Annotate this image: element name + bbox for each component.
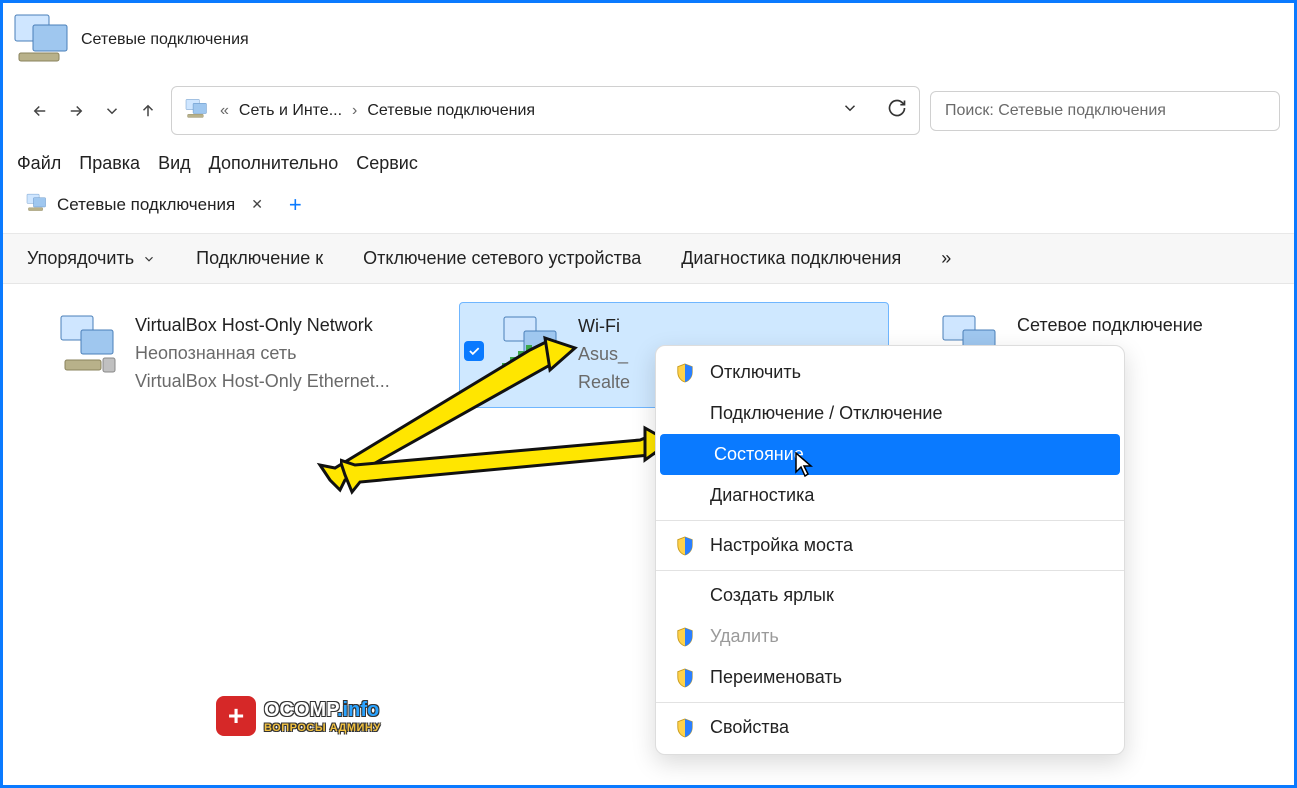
- menu-bar: Файл Правка Вид Дополнительно Сервис: [3, 143, 1294, 180]
- ethernet-icon: [57, 312, 121, 376]
- selection-checkbox[interactable]: [464, 341, 484, 361]
- window-titlebar: Сетевые подключения: [3, 3, 1294, 76]
- watermark-badge-icon: +: [216, 696, 256, 736]
- tab-close-button[interactable]: ✕: [251, 196, 263, 213]
- context-status[interactable]: Состояние: [660, 434, 1120, 475]
- shield-icon: [674, 668, 696, 688]
- breadcrumb-segment-2[interactable]: Сетевые подключения: [367, 102, 535, 120]
- address-dropdown-button[interactable]: [841, 99, 859, 122]
- menu-separator: [656, 520, 1124, 521]
- toolbar-diagnose[interactable]: Диагностика подключения: [681, 248, 901, 269]
- menu-file[interactable]: Файл: [17, 153, 61, 174]
- nav-recent-dropdown[interactable]: [99, 98, 125, 124]
- network-folder-icon: [13, 9, 73, 70]
- context-disable[interactable]: Отключить: [656, 352, 1124, 393]
- watermark-brand: OCOMP: [264, 699, 337, 721]
- connection-device: Realte: [578, 369, 630, 397]
- menu-view[interactable]: Вид: [158, 153, 191, 174]
- search-input[interactable]: Поиск: Сетевые подключения: [930, 91, 1280, 131]
- tab-row: Сетевые подключения ✕ +: [3, 180, 1294, 234]
- context-delete: Удалить: [656, 616, 1124, 657]
- refresh-button[interactable]: [887, 98, 907, 123]
- search-placeholder: Поиск: Сетевые подключения: [945, 102, 1166, 119]
- wifi-icon: [500, 313, 564, 377]
- tab-label: Сетевые подключения: [57, 195, 235, 215]
- nav-forward-button[interactable]: [63, 98, 89, 124]
- toolbar-disable[interactable]: Отключение сетевого устройства: [363, 248, 641, 269]
- connection-name: Сетевое подключение: [1017, 312, 1203, 340]
- window-title: Сетевые подключения: [81, 31, 249, 49]
- shield-icon: [674, 363, 696, 383]
- context-diagnostics[interactable]: Диагностика: [656, 475, 1124, 516]
- connection-name: VirtualBox Host-Only Network: [135, 312, 390, 340]
- menu-edit[interactable]: Правка: [79, 153, 140, 174]
- breadcrumb-segment-1[interactable]: Сеть и Инте...: [239, 102, 342, 120]
- menu-separator: [656, 702, 1124, 703]
- watermark-suffix: .info: [337, 699, 379, 721]
- context-bridge[interactable]: Настройка моста: [656, 525, 1124, 566]
- menu-extra[interactable]: Дополнительно: [209, 153, 339, 174]
- tab-network-connections[interactable]: Сетевые подключения ✕: [13, 184, 275, 225]
- context-properties[interactable]: Свойства: [656, 707, 1124, 748]
- toolbar-more[interactable]: »: [941, 248, 951, 269]
- connection-status: Asus_: [578, 341, 630, 369]
- address-bar[interactable]: « Сеть и Инте... › Сетевые подключения: [171, 86, 920, 135]
- new-tab-button[interactable]: +: [279, 188, 312, 222]
- shield-icon: [674, 627, 696, 647]
- watermark-tagline: ВОПРОСЫ АДМИНУ: [264, 722, 381, 734]
- shield-icon: [674, 718, 696, 738]
- menu-service[interactable]: Сервис: [356, 153, 418, 174]
- network-folder-icon: [184, 97, 210, 124]
- connection-name: Wi-Fi: [578, 313, 630, 341]
- toolbar: Упорядочить Подключение к Отключение сет…: [3, 234, 1294, 284]
- context-menu: Отключить Подключение / Отключение Состо…: [655, 345, 1125, 755]
- menu-separator: [656, 570, 1124, 571]
- chevron-right-icon: ›: [352, 102, 357, 120]
- nav-back-button[interactable]: [27, 98, 53, 124]
- context-connect-disconnect[interactable]: Подключение / Отключение: [656, 393, 1124, 434]
- toolbar-organize[interactable]: Упорядочить: [27, 248, 156, 269]
- context-shortcut[interactable]: Создать ярлык: [656, 575, 1124, 616]
- connection-status: Неопознанная сеть: [135, 340, 390, 368]
- toolbar-connect[interactable]: Подключение к: [196, 248, 323, 269]
- watermark: + OCOMP.info ВОПРОСЫ АДМИНУ: [216, 696, 381, 736]
- network-folder-icon: [25, 192, 49, 217]
- connection-item-virtualbox[interactable]: VirtualBox Host-Only Network Неопознанна…: [43, 302, 423, 408]
- nav-row: « Сеть и Инте... › Сетевые подключения П…: [3, 76, 1294, 143]
- connection-device: VirtualBox Host-Only Ethernet...: [135, 368, 390, 396]
- shield-icon: [674, 536, 696, 556]
- context-rename[interactable]: Переименовать: [656, 657, 1124, 698]
- nav-up-button[interactable]: [135, 98, 161, 124]
- breadcrumb-root-chevron[interactable]: «: [220, 102, 229, 120]
